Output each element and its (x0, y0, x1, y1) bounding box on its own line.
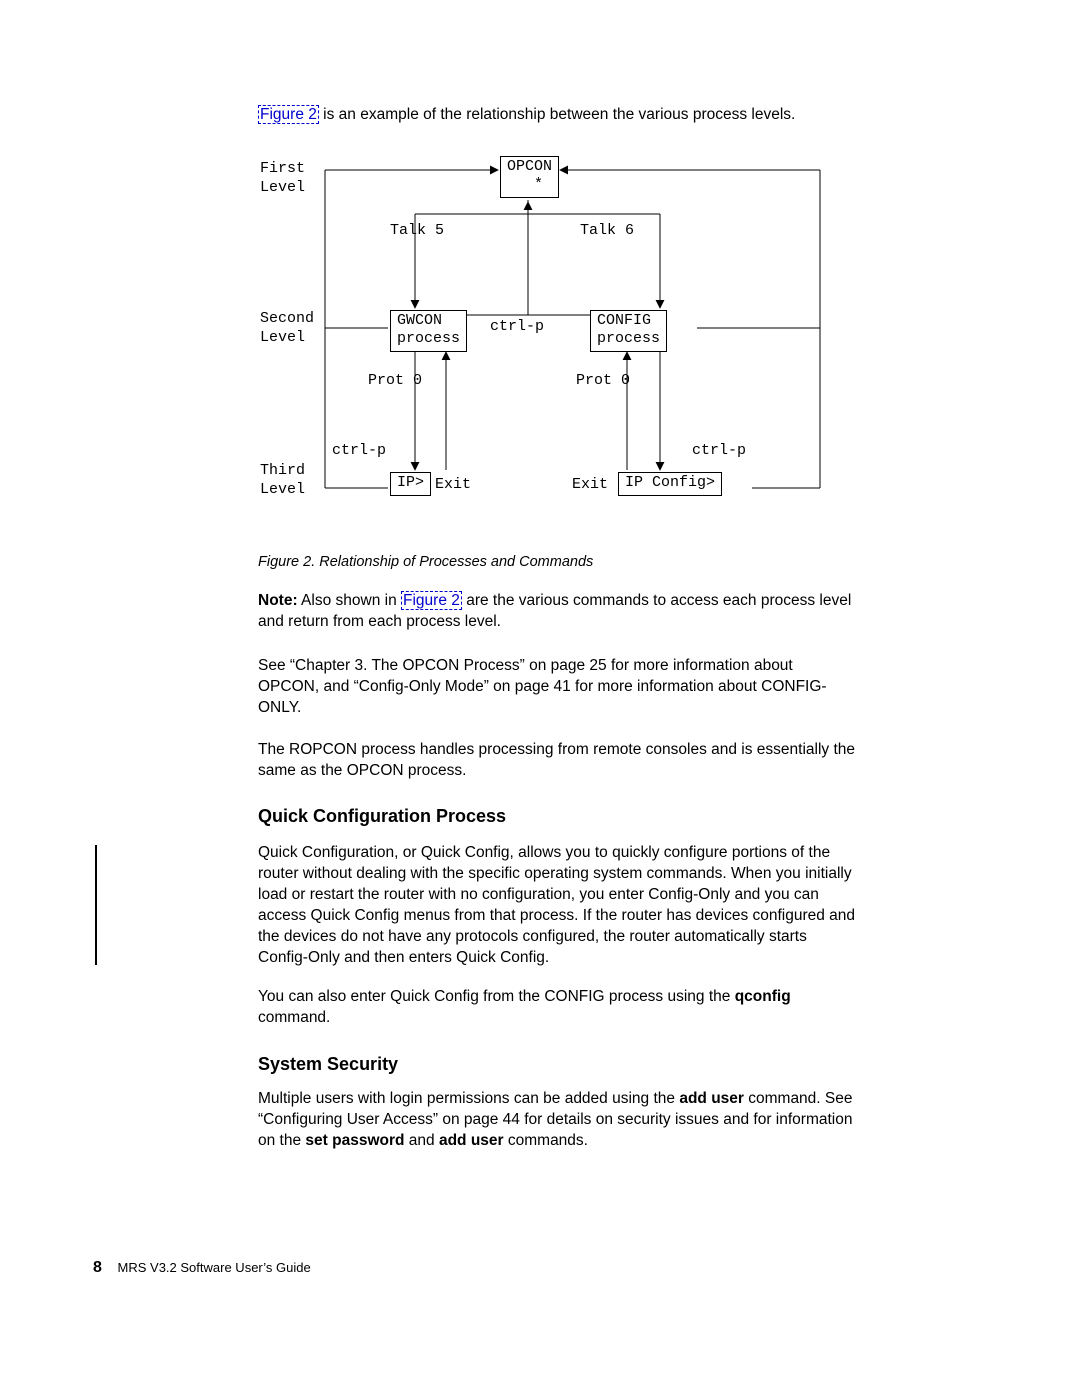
quick-config-paragraph-1: Quick Configuration, or Quick Config, al… (258, 843, 858, 969)
label-talk6: Talk 6 (580, 222, 634, 239)
note-text-a: Also shown in (298, 592, 401, 609)
system-security-paragraph: Multiple users with login permissions ca… (258, 1089, 858, 1152)
intro-paragraph: Figure 2 is an example of the relationsh… (258, 105, 858, 126)
revision-bar (95, 845, 97, 965)
box-opcon: OPCON * (500, 156, 559, 198)
box-ip: IP> (390, 472, 431, 496)
note-label: Note: (258, 592, 298, 609)
figure-link-note[interactable]: Figure 2 (401, 591, 462, 610)
page-number: 8 (93, 1259, 102, 1276)
ropcon-paragraph: The ROPCON process handles processing fr… (258, 740, 858, 782)
page-footer: 8 MRS V3.2 Software User’s Guide (93, 1259, 311, 1277)
add-user-command-1: add user (679, 1090, 744, 1107)
label-talk5: Talk 5 (390, 222, 444, 239)
intro-text: is an example of the relationship betwee… (319, 106, 795, 123)
label-second-level: SecondLevel (260, 310, 314, 348)
sec-text-d: commands. (504, 1132, 588, 1149)
add-user-command-2: add user (439, 1132, 504, 1149)
heading-quick-config: Quick Configuration Process (258, 806, 506, 827)
box-config: CONFIGprocess (590, 310, 667, 352)
note-block: Note: Also shown in Figure 2 are the var… (258, 591, 858, 634)
process-diagram: FirstLevel SecondLevel ThirdLevel OPCON … (260, 150, 860, 510)
label-prot0-right: Prot 0 (576, 372, 630, 389)
box-gwcon: GWCONprocess (390, 310, 467, 352)
page: Figure 2 is an example of the relationsh… (0, 0, 1080, 1397)
figure-link[interactable]: Figure 2 (258, 105, 319, 124)
figure-caption: Figure 2. Relationship of Processes and … (258, 554, 593, 570)
label-prot0-left: Prot 0 (368, 372, 422, 389)
label-exit-right: Exit (572, 476, 608, 493)
qc2-text-b: command. (258, 1009, 330, 1026)
see-chapter-paragraph: See “Chapter 3. The OPCON Process” on pa… (258, 656, 858, 719)
set-password-command: set password (305, 1132, 404, 1149)
quick-config-paragraph-2: You can also enter Quick Config from the… (258, 987, 858, 1029)
qc2-text-a: You can also enter Quick Config from the… (258, 988, 735, 1005)
label-exit-left: Exit (435, 476, 471, 493)
label-ctrlp-mid: ctrl-p (490, 318, 544, 335)
qconfig-command: qconfig (735, 988, 791, 1005)
heading-system-security: System Security (258, 1054, 398, 1075)
label-third-level: ThirdLevel (260, 462, 305, 500)
box-ipconfig: IP Config> (618, 472, 722, 496)
label-first-level: FirstLevel (260, 160, 305, 198)
sec-text-c: and (404, 1132, 438, 1149)
sec-text-a: Multiple users with login permissions ca… (258, 1090, 679, 1107)
label-ctrlp-left: ctrl-p (332, 442, 386, 459)
label-ctrlp-right: ctrl-p (692, 442, 746, 459)
footer-title: MRS V3.2 Software User’s Guide (118, 1260, 311, 1275)
